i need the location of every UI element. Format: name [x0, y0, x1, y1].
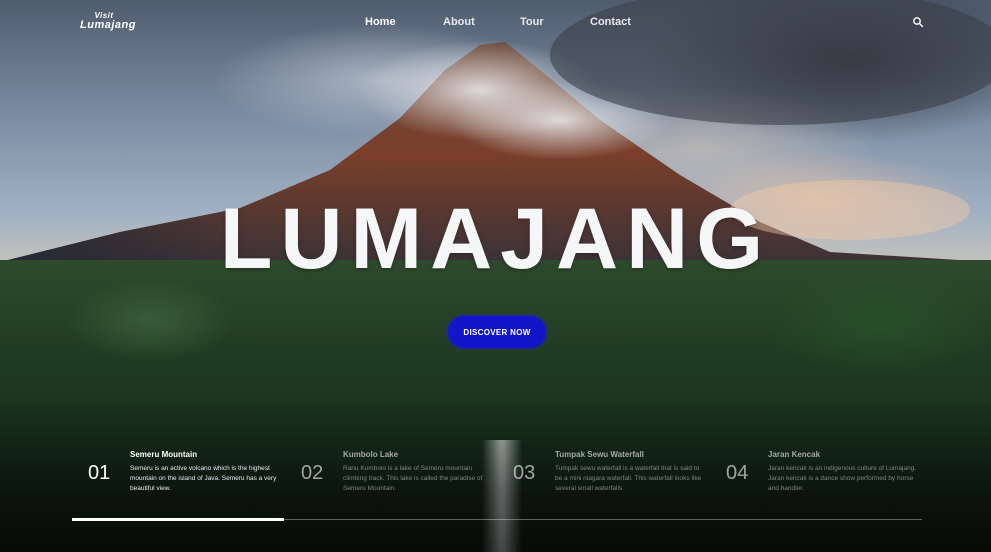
slide-item-semeru[interactable]: 01 Semeru Mountain Semeru is an active v… [88, 450, 298, 500]
slide-title: Kumbolo Lake [343, 450, 399, 459]
search-icon[interactable] [912, 16, 924, 28]
slide-description: Ranu Kumbolo is a lake of Semeru mountai… [343, 465, 483, 492]
slide-item-jaran-kencak[interactable]: 04 Jaran Kencak Jaran kencak is an indig… [726, 450, 936, 500]
slide-title: Tumpak Sewu Waterfall [555, 450, 644, 459]
slide-item-kumbolo[interactable]: 02 Kumbolo Lake Ranu Kumbolo is a lake o… [301, 450, 511, 500]
slider-progress-fill [72, 518, 284, 521]
slide-title: Jaran Kencak [768, 450, 821, 459]
hero-stage: Visit Lumajang Home About Tour Contact L… [0, 0, 991, 552]
nav-item-contact[interactable]: Contact [590, 16, 631, 28]
slide-number: 03 [513, 462, 536, 484]
main-nav: Home About Tour Contact [0, 16, 991, 32]
nav-item-home[interactable]: Home [365, 16, 396, 28]
slide-title: Semeru Mountain [130, 450, 198, 459]
nav-item-tour[interactable]: Tour [520, 16, 544, 28]
slide-description: Jaran kencak is an indigenous culture of… [768, 465, 917, 492]
slide-number: 01 [88, 462, 111, 484]
nav-item-about[interactable]: About [443, 16, 475, 28]
slide-description: Semeru is an active volcano which is the… [130, 465, 277, 492]
slide-number: 02 [301, 462, 324, 484]
slide-number: 04 [726, 462, 749, 484]
slide-description: Tumpak sewu waterfall is a waterfall tha… [555, 465, 702, 492]
discover-now-button[interactable]: DISCOVER NOW [448, 316, 546, 348]
slide-item-tumpak-sewu[interactable]: 03 Tumpak Sewu Waterfall Tumpak sewu wat… [513, 450, 723, 500]
hero-title: LUMAJANG [219, 191, 772, 287]
